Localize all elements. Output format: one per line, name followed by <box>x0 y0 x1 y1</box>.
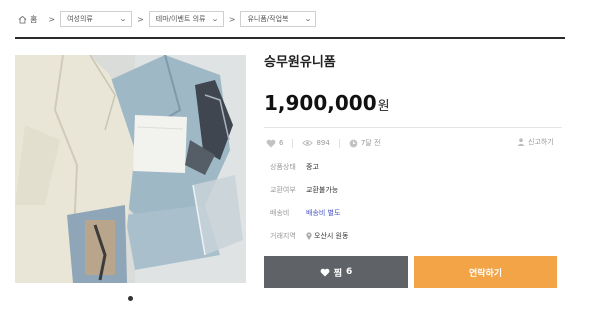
location-text: 오산시 원동 <box>314 232 349 240</box>
like-button[interactable]: 찜 6 <box>264 256 408 288</box>
contact-label: 연락하기 <box>468 268 503 279</box>
shipping-label: 배송비 <box>270 209 290 217</box>
chevron-down-icon: ⌄ <box>210 15 219 23</box>
stat-separator <box>292 138 294 148</box>
location-label: 거래지역 <box>270 232 296 240</box>
category1-dropdown[interactable]: 여성의류 ⌄ <box>60 11 133 27</box>
category2-label: 테마/이벤트 의류 <box>155 15 206 23</box>
category3-label: 유니폼/작업복 <box>247 15 289 23</box>
clock-icon <box>349 139 358 147</box>
breadcrumb-home[interactable]: 홈 <box>18 14 37 25</box>
condition-value: 중고 <box>306 163 319 171</box>
views-stat: 894 <box>302 139 330 147</box>
breadcrumb: 홈 > 여성의류 ⌄ > 테마/이벤트 의류 ⌄ > 유니폼/작업복 ⌄ <box>18 11 317 27</box>
exchange-value: 교환불가능 <box>306 186 339 194</box>
chevron-down-icon: ⌄ <box>303 15 312 23</box>
product-price: 1,900,000 원 <box>264 91 390 115</box>
eye-icon <box>302 140 314 146</box>
category2-dropdown[interactable]: 테마/이벤트 의류 ⌄ <box>148 11 224 27</box>
shipping-row: 배송비 배송비 별도 <box>270 208 340 218</box>
category1-label: 여성의류 <box>67 15 93 23</box>
breadcrumb-separator: > <box>137 14 144 24</box>
likes-stat: 6 <box>266 139 283 148</box>
product-title: 승무원유니폼 <box>264 55 336 70</box>
info-divider <box>264 127 562 128</box>
contact-button[interactable]: 연락하기 <box>414 256 557 288</box>
report-icon <box>517 138 525 146</box>
location-pin-icon <box>306 232 312 240</box>
product-stats: 6 894 7달 전 <box>266 138 380 148</box>
time-stat: 7달 전 <box>349 138 381 148</box>
like-count: 6 <box>346 267 353 277</box>
condition-label: 상품상태 <box>270 163 296 171</box>
home-icon <box>18 15 27 24</box>
breadcrumb-home-label: 홈 <box>30 14 38 24</box>
stat-separator <box>338 138 340 148</box>
heart-icon <box>266 139 276 147</box>
likes-count: 6 <box>279 139 284 147</box>
category3-dropdown[interactable]: 유니폼/작업복 ⌄ <box>240 11 317 27</box>
report-button[interactable]: 신고하기 <box>517 137 554 147</box>
location-value: 오산시 원동 <box>306 231 348 241</box>
condition-row: 상품상태 중고 <box>270 162 319 172</box>
like-label: 찜 <box>333 268 342 279</box>
exchange-label: 교환여부 <box>270 186 296 194</box>
price-currency: 원 <box>377 99 390 114</box>
exchange-row: 교환여부 교환불가능 <box>270 185 338 195</box>
heart-icon <box>320 268 330 276</box>
breadcrumb-separator: > <box>228 14 236 24</box>
product-photo-illustration <box>15 55 246 283</box>
carousel-dot[interactable] <box>128 296 133 301</box>
shipping-value: 배송비 별도 <box>306 209 341 217</box>
price-value: 1,900,000 <box>264 91 377 115</box>
report-label: 신고하기 <box>528 138 554 146</box>
time-ago: 7달 전 <box>360 139 381 147</box>
chevron-down-icon: ⌄ <box>119 15 128 23</box>
breadcrumb-separator: > <box>48 14 56 24</box>
views-count: 894 <box>316 139 330 147</box>
product-image[interactable] <box>15 55 246 283</box>
header-divider <box>15 37 565 39</box>
location-row: 거래지역 오산시 원동 <box>270 231 348 241</box>
